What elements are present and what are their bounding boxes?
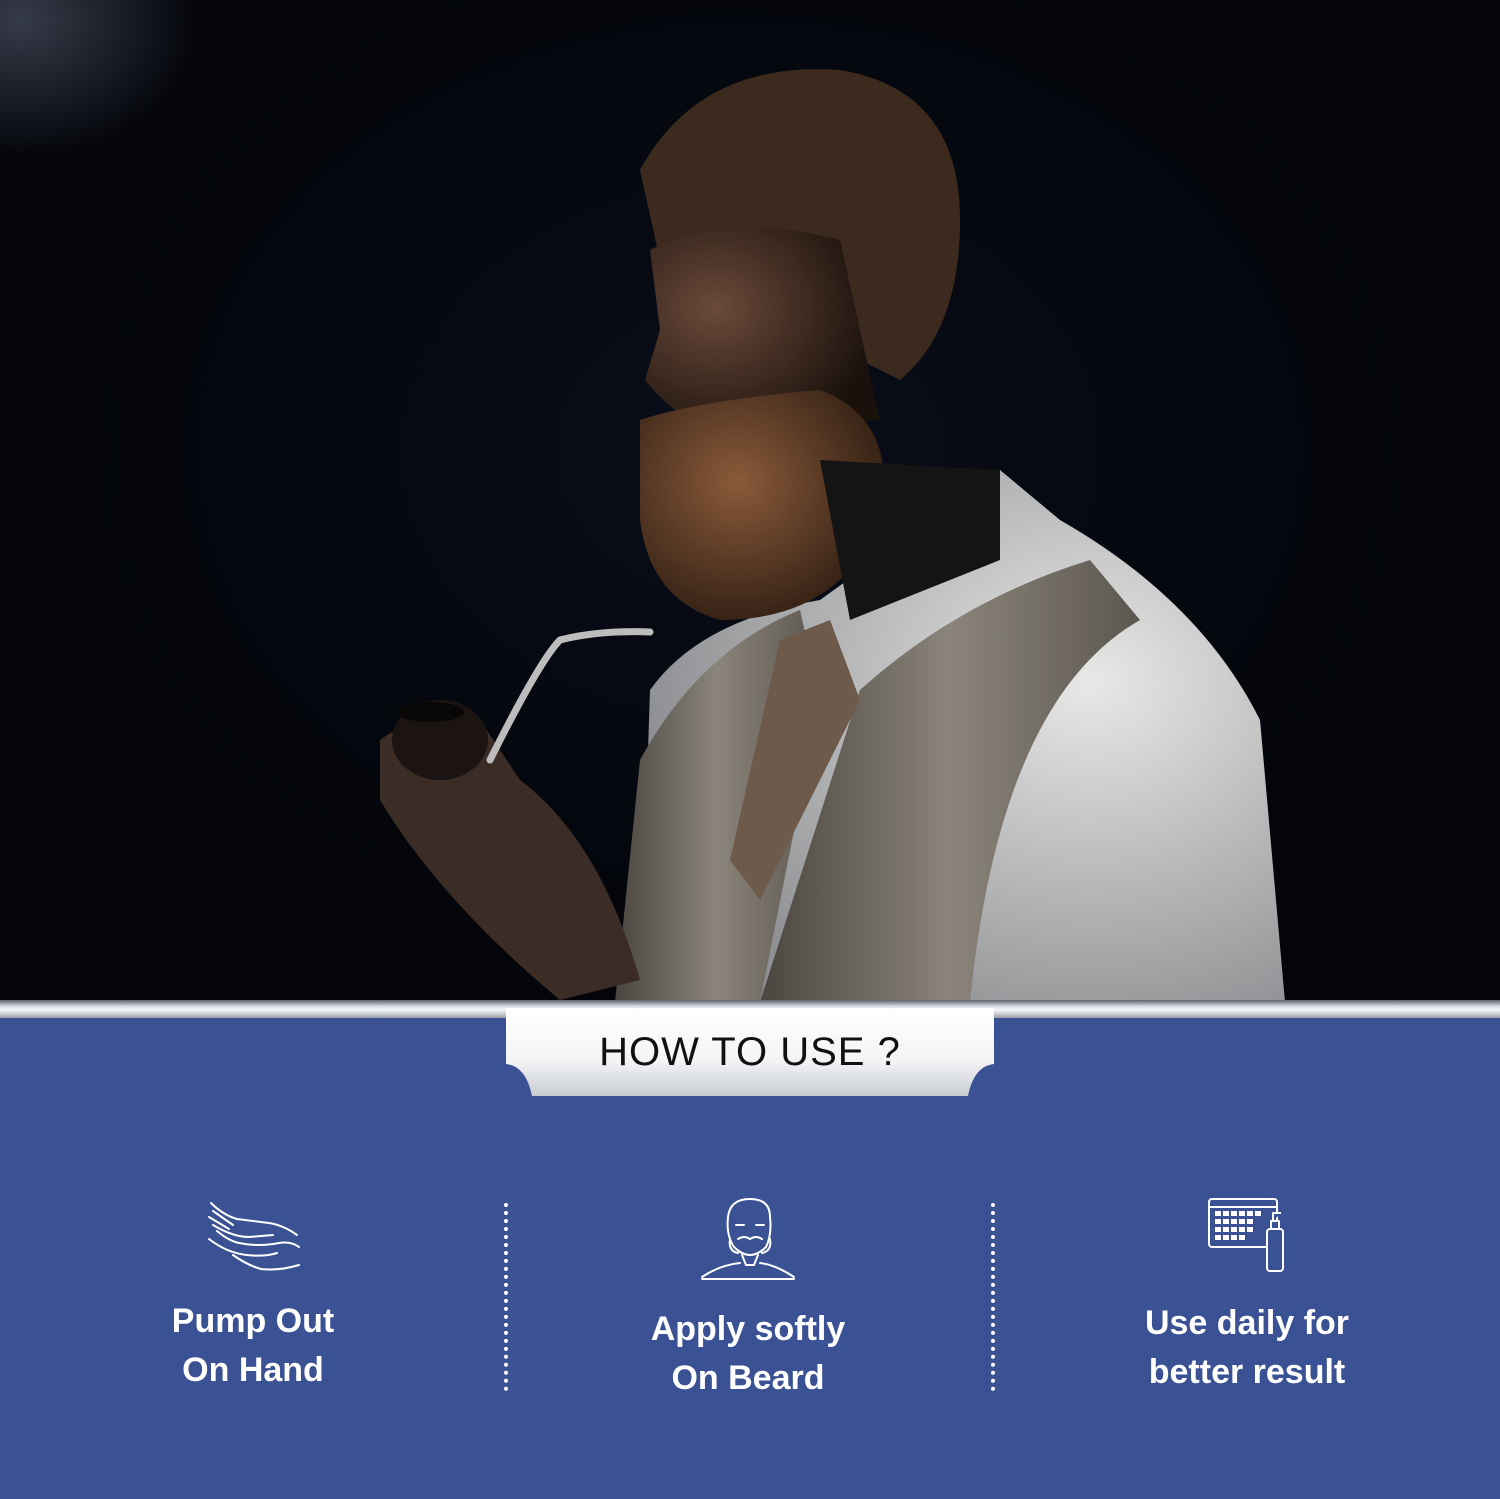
section-title: HOW TO USE ?	[599, 1030, 901, 1074]
hero-photo	[0, 0, 1500, 1002]
step-apply-softly: Apply softly On Beard	[583, 1195, 913, 1403]
hand-pump-icon	[208, 1202, 300, 1271]
calendar-bottle-icon	[1208, 1198, 1284, 1272]
step-label: Pump Out On Hand	[171, 1302, 335, 1389]
step-label: Apply softly On Beard	[650, 1310, 846, 1397]
dotted-separator	[504, 1203, 508, 1391]
bearded-man-illustration	[380, 69, 1285, 1002]
dotted-separator	[991, 1203, 995, 1391]
step-pump-out: Pump Out On Hand	[88, 1195, 418, 1395]
step-use-daily: Use daily for better result	[1082, 1195, 1412, 1397]
step-label: Use daily for better result	[1144, 1304, 1350, 1391]
section-title-tab: HOW TO USE ?	[506, 1008, 994, 1096]
bearded-man-icon	[701, 1198, 795, 1280]
